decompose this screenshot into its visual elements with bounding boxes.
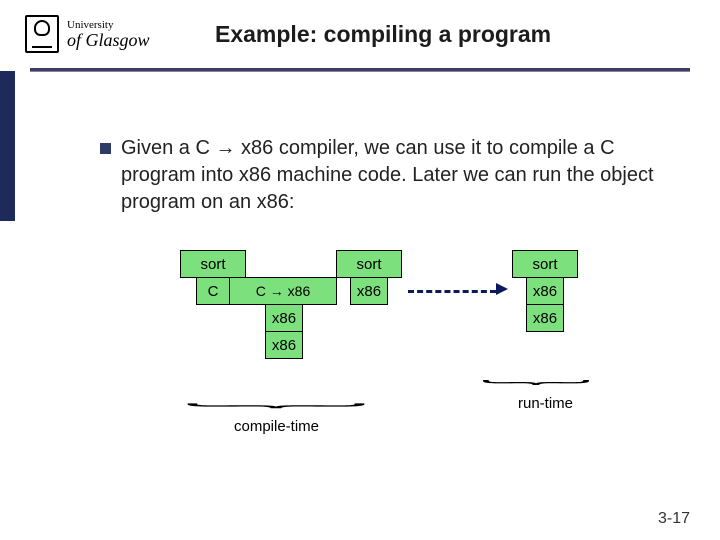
prog3-name: sort [512, 250, 578, 278]
tombstone-diagram: sort C C → x86 x86 x86 sort x86 sort x86… [180, 250, 620, 480]
logo-text: University of Glasgow [67, 20, 150, 49]
compiler-impl: x86 [265, 304, 303, 332]
prog2-lang: x86 [350, 277, 388, 305]
bullet-square-icon [100, 143, 111, 154]
prog2-name: sort [336, 250, 402, 278]
prog3-lang: x86 [526, 277, 564, 305]
prog1-name: sort [180, 250, 246, 278]
compiler-machine: x86 [265, 331, 303, 359]
side-accent [0, 71, 15, 221]
bullet-text: Given a C → x86 compiler, we can use it … [121, 135, 660, 216]
header: University of Glasgow Example: compiling… [0, 0, 720, 68]
university-logo: University of Glasgow [25, 10, 175, 58]
logo-crest-icon [25, 15, 59, 53]
slide-title: Example: compiling a program [215, 21, 551, 48]
arrow-head-icon [496, 283, 508, 295]
label-run-time: run-time [518, 395, 573, 412]
body: Given a C → x86 compiler, we can use it … [100, 135, 660, 216]
logo-line2: of Glasgow [67, 31, 150, 49]
compiler-translation: C → x86 [229, 277, 337, 305]
title-rule [30, 68, 690, 71]
slide: University of Glasgow Example: compiling… [0, 0, 720, 540]
prog1-lang: C [196, 277, 230, 305]
page-number: 3-17 [658, 510, 690, 528]
prog3-machine: x86 [526, 304, 564, 332]
arrow-dashed [408, 290, 496, 293]
label-compile-time: compile-time [234, 418, 319, 435]
bullet-1: Given a C → x86 compiler, we can use it … [100, 135, 660, 216]
